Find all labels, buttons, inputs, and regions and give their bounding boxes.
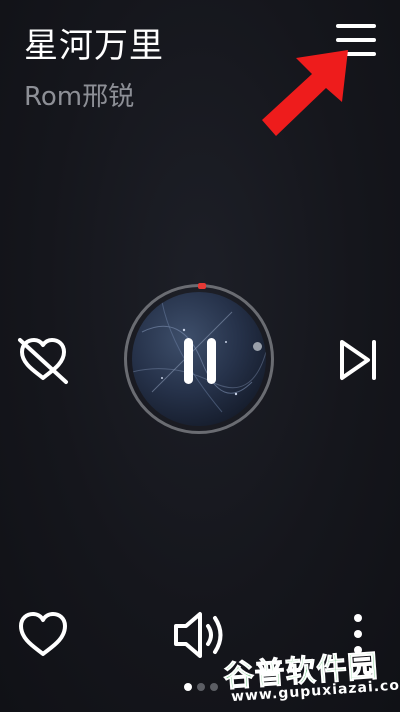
like-button[interactable]	[16, 610, 70, 660]
artist-name[interactable]: Rom邢锐	[24, 76, 134, 113]
heart-outline-icon	[19, 612, 67, 656]
heart-crossed-icon	[18, 338, 68, 384]
dislike-button[interactable]	[14, 334, 72, 386]
page-indicator	[184, 681, 218, 693]
watermark: 谷普软件园 www.gupuxiazai.com	[218, 639, 400, 709]
page-dot-1	[184, 683, 192, 691]
song-title: 星河万里	[24, 26, 164, 66]
pause-button[interactable]	[176, 334, 224, 386]
progress-marker	[198, 283, 206, 289]
page-dot-2	[197, 683, 205, 691]
skip-next-icon	[340, 340, 376, 380]
page-dot-3	[210, 683, 218, 691]
next-button[interactable]	[334, 334, 384, 386]
progress-knob[interactable]	[253, 342, 262, 351]
red-arrow-annotation	[262, 50, 348, 136]
